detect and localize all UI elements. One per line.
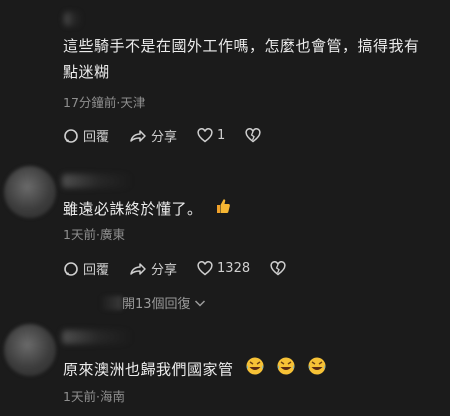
- comment-location: 海南: [99, 389, 125, 404]
- reply-button[interactable]: 回覆: [63, 126, 109, 145]
- username-blurred: [64, 12, 82, 26]
- laughing-crying-icon: [276, 356, 296, 384]
- chevron-down-icon: [194, 299, 205, 307]
- share-button[interactable]: 分享: [129, 126, 177, 145]
- comment-location: 廣東: [99, 227, 125, 242]
- dislike-button[interactable]: [270, 261, 290, 276]
- avatar[interactable]: [4, 324, 56, 376]
- laughing-crying-icon: [245, 356, 265, 384]
- like-button[interactable]: 1: [197, 128, 225, 143]
- like-button[interactable]: 1328: [197, 261, 250, 276]
- share-button[interactable]: 分享: [129, 259, 177, 278]
- comment-text: 雖遠必誅終於懂了。: [63, 196, 430, 223]
- broken-heart-icon: [245, 128, 261, 143]
- expand-replies-label: 開13個回復: [122, 297, 191, 312]
- dislike-button[interactable]: [245, 128, 265, 143]
- broken-heart-icon: [270, 261, 286, 276]
- comment-time: 1天前: [63, 227, 96, 242]
- heart-icon: [197, 128, 213, 143]
- laughing-crying-icon: [307, 356, 327, 384]
- username-blurred[interactable]: [62, 174, 132, 188]
- comment-meta: 1天前·廣東: [63, 227, 125, 242]
- comment-actions: 回覆 分享 1328: [63, 259, 310, 278]
- comment-time: 17分鐘前: [63, 95, 117, 110]
- reply-button[interactable]: 回覆: [63, 259, 109, 278]
- reply-icon: [64, 261, 78, 276]
- thumbs-up-icon: [214, 197, 232, 223]
- comment-meta: 17分鐘前·天津: [63, 95, 146, 110]
- expand-replies-button[interactable]: 開13個回復: [100, 293, 206, 312]
- share-icon: [130, 262, 146, 275]
- like-count: 1: [217, 128, 226, 143]
- avatar[interactable]: [4, 166, 56, 218]
- comment-time: 1天前: [63, 389, 96, 404]
- comment-location: 天津: [120, 95, 146, 110]
- comment-text: 原來澳洲也歸我們國家管: [63, 356, 430, 384]
- comment-meta: 1天前·海南: [63, 389, 125, 404]
- reply-icon: [64, 128, 78, 143]
- comment-text: 這些騎手不是在國外工作嗎，怎麼也會管，搞得我有點迷糊: [63, 37, 420, 81]
- comment-actions: 回覆 分享 1: [63, 126, 285, 145]
- blurred-prefix: [100, 295, 122, 310]
- username-blurred[interactable]: [62, 330, 132, 344]
- share-icon: [130, 129, 146, 142]
- heart-icon: [197, 261, 213, 276]
- like-count: 1328: [217, 261, 251, 276]
